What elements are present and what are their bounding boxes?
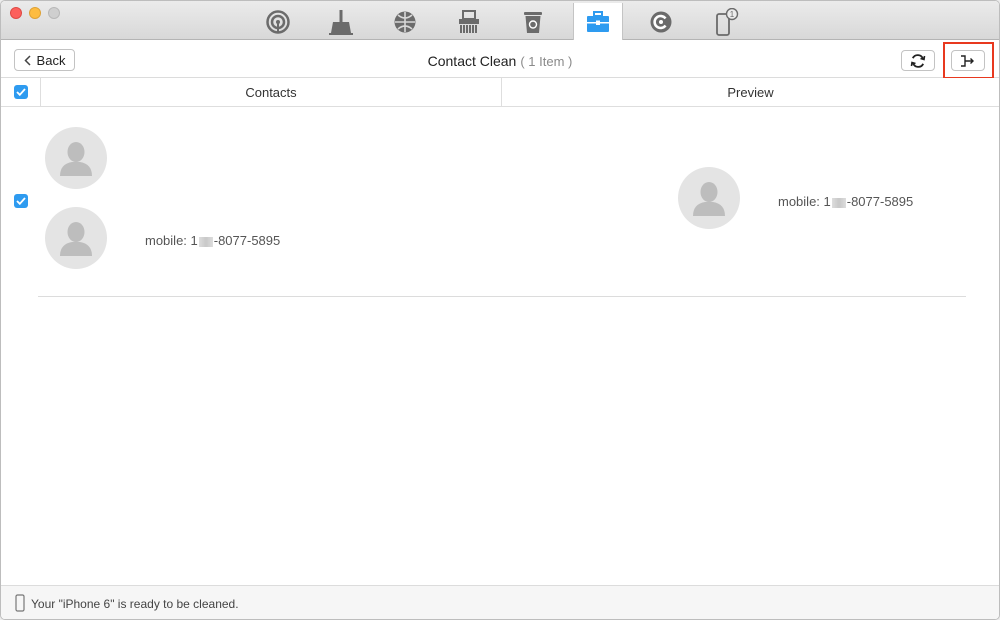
device-badge-count: 1 (730, 10, 735, 19)
refresh-button[interactable] (901, 50, 935, 71)
globe-icon (394, 11, 416, 32)
select-all-checkbox[interactable] (14, 85, 28, 99)
column-header-preview[interactable]: Preview (502, 78, 999, 106)
contact-phone-suffix: -8077-5895 (213, 233, 281, 248)
redacted-digits (198, 236, 213, 247)
close-window-button[interactable] (10, 7, 22, 19)
checkmark-icon (16, 88, 26, 96)
preview-phone: mobile: 1 -8077-5895 (778, 194, 913, 209)
zoom-window-button[interactable] (48, 7, 60, 19)
tab-device[interactable]: 1 (701, 3, 751, 40)
export-highlight-frame (943, 42, 994, 79)
contact-phone: mobile: 1 -8077-5895 (145, 233, 280, 248)
page-title-text: Contact Clean (427, 53, 517, 69)
tab-shredder[interactable] (444, 3, 494, 40)
app-window: 1 Back Contact Clean( 1 Item ) Contacts … (0, 0, 1000, 620)
person-icon (693, 182, 725, 216)
status-bar: Your "iPhone 6" is ready to be cleaned. (1, 585, 999, 619)
preview-phone-suffix: -8077-5895 (846, 194, 914, 209)
broom-icon (329, 9, 353, 35)
checkmark-icon (16, 197, 26, 205)
avatar (45, 207, 107, 269)
item-count: ( 1 Item ) (520, 54, 573, 69)
person-icon (60, 222, 92, 256)
tab-cleaner[interactable] (316, 3, 366, 40)
contact-phone-prefix: mobile: 1 (145, 233, 198, 248)
minimize-window-button[interactable] (29, 7, 41, 19)
avatar (45, 127, 107, 189)
refresh-icon (910, 53, 926, 68)
tab-signal[interactable] (253, 3, 303, 40)
toolbox-icon (587, 11, 609, 32)
iphone-icon (15, 594, 25, 612)
select-all-cell (1, 78, 41, 106)
tab-internet[interactable] (380, 3, 430, 40)
table-header: Contacts Preview (1, 78, 999, 107)
row-divider (38, 296, 966, 297)
signal-icon (266, 9, 290, 34)
page-title: Contact Clean( 1 Item ) (1, 53, 999, 69)
person-icon (60, 142, 92, 176)
tab-toolbox[interactable] (573, 3, 623, 41)
column-header-contacts[interactable]: Contacts (41, 78, 502, 106)
recycle-bin-icon (524, 11, 542, 33)
redacted-digits (831, 197, 846, 208)
tab-c-tool[interactable] (636, 3, 686, 40)
row-checkbox[interactable] (14, 194, 28, 208)
preview-phone-prefix: mobile: 1 (778, 194, 831, 209)
preview-avatar (678, 167, 740, 229)
tab-recycle[interactable] (508, 3, 558, 40)
status-text: Your "iPhone 6" is ready to be cleaned. (31, 597, 239, 611)
toolbar: Back Contact Clean( 1 Item ) (1, 40, 999, 79)
shredder-icon (459, 9, 479, 33)
c-logo-icon (650, 11, 672, 32)
iphone-badge-icon: 1 (716, 7, 739, 36)
title-bar: 1 (1, 1, 999, 41)
